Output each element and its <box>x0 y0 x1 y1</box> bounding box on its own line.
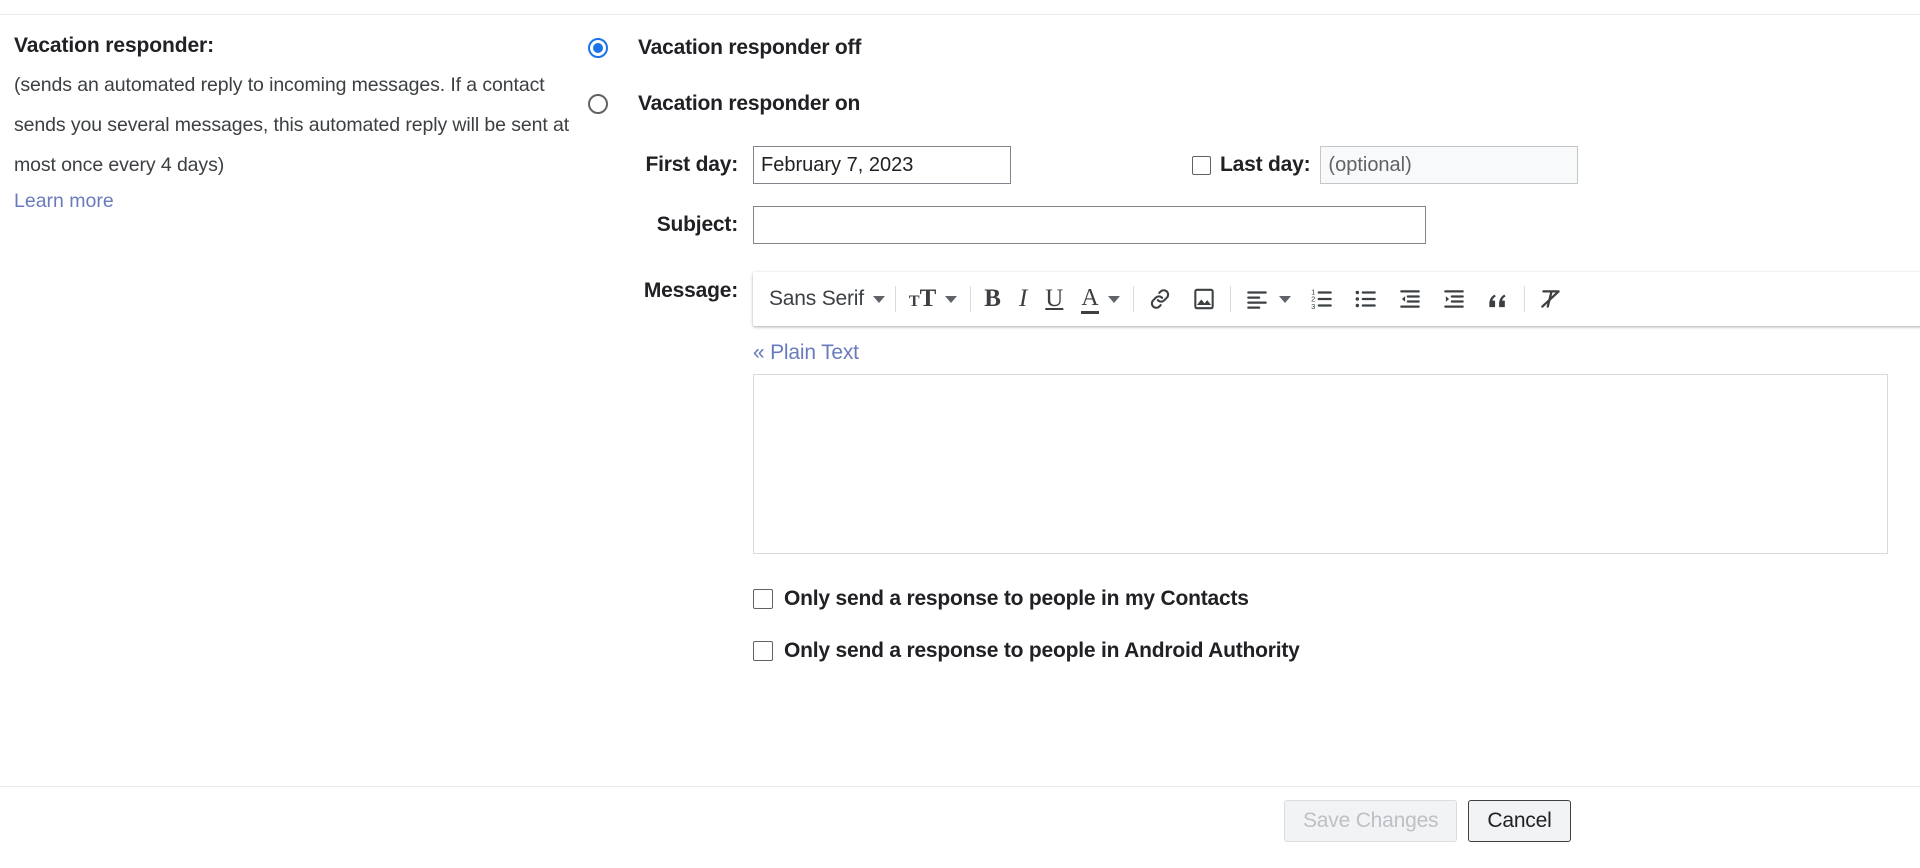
radio-vacation-responder-on[interactable] <box>588 94 608 114</box>
option-row-contacts[interactable]: Only send a response to people in my Con… <box>753 587 1920 611</box>
section-title: Vacation responder: <box>14 32 589 60</box>
font-family-dropdown[interactable]: Sans Serif <box>757 277 891 321</box>
remove-formatting-icon[interactable] <box>1529 277 1573 321</box>
message-body-textarea[interactable] <box>753 374 1888 554</box>
first-day-row: First day: Last day: <box>613 146 1920 184</box>
rich-text-toolbar: Sans Serif TT B I U A <box>753 272 1920 326</box>
quote-icon[interactable] <box>1476 277 1520 321</box>
subject-row: Subject: <box>613 206 1920 244</box>
toolbar-separator <box>970 286 971 312</box>
learn-more-link[interactable]: Learn more <box>14 186 114 216</box>
chevron-down-icon <box>1108 296 1120 303</box>
message-row: Message: Sans Serif TT B <box>613 272 1920 663</box>
save-changes-button[interactable]: Save Changes <box>1284 800 1457 842</box>
form-actions: Save Changes Cancel <box>0 800 1920 842</box>
text-color-icon: A <box>1081 285 1098 314</box>
bottom-divider <box>0 786 1920 787</box>
vacation-responder-fields: First day: Last day: Subject: Message: <box>588 146 1920 663</box>
insert-image-icon[interactable] <box>1182 277 1226 321</box>
only-organization-label[interactable]: Only send a response to people in Androi… <box>784 639 1300 663</box>
bulleted-list-icon[interactable] <box>1344 277 1388 321</box>
last-day-input[interactable] <box>1320 146 1578 184</box>
subject-input[interactable] <box>753 206 1426 244</box>
message-label: Message: <box>613 272 753 310</box>
plain-text-link[interactable]: « Plain Text <box>753 341 859 365</box>
underline-icon[interactable]: U <box>1036 277 1072 321</box>
subject-label: Subject: <box>613 206 753 244</box>
radio-label-on[interactable]: Vacation responder on <box>638 92 860 116</box>
first-day-input[interactable] <box>753 146 1011 184</box>
text-color-dropdown[interactable]: A <box>1072 277 1128 321</box>
only-contacts-label[interactable]: Only send a response to people in my Con… <box>784 587 1249 611</box>
toolbar-separator <box>1133 286 1134 312</box>
decrease-indent-icon[interactable] <box>1388 277 1432 321</box>
svg-text:3: 3 <box>1311 302 1315 311</box>
toolbar-separator <box>1230 286 1231 312</box>
font-family-label: Sans Serif <box>769 287 864 311</box>
increase-indent-icon[interactable] <box>1432 277 1476 321</box>
vacation-responder-settings-page: Vacation responder: (sends an automated … <box>0 0 1920 868</box>
bold-icon[interactable]: B <box>975 277 1010 321</box>
cancel-button[interactable]: Cancel <box>1468 800 1570 842</box>
numbered-list-icon[interactable]: 1 2 3 <box>1300 277 1344 321</box>
last-day-label[interactable]: Last day: <box>1220 153 1310 177</box>
option-row-organization[interactable]: Only send a response to people in Androi… <box>753 639 1920 663</box>
chevron-down-icon <box>945 296 957 303</box>
font-size-dropdown[interactable]: TT <box>900 277 966 321</box>
only-contacts-checkbox[interactable] <box>753 589 773 609</box>
italic-icon[interactable]: I <box>1010 277 1036 321</box>
chevron-down-icon <box>1279 296 1291 303</box>
only-organization-checkbox[interactable] <box>753 641 773 661</box>
radio-vacation-responder-off[interactable] <box>588 38 608 58</box>
align-icon <box>1244 286 1270 312</box>
top-divider <box>0 14 1920 15</box>
link-icon[interactable] <box>1138 277 1182 321</box>
section-description: (sends an automated reply to incoming me… <box>14 65 589 185</box>
message-editor: Sans Serif TT B I U A <box>753 272 1920 663</box>
vacation-responder-form-column: Vacation responder off Vacation responde… <box>588 28 1920 663</box>
last-day-checkbox[interactable] <box>1192 156 1211 175</box>
first-day-label: First day: <box>613 146 753 184</box>
vacation-responder-description-column: Vacation responder: (sends an automated … <box>14 32 589 216</box>
radio-row-off[interactable]: Vacation responder off <box>588 28 1920 68</box>
radio-label-off[interactable]: Vacation responder off <box>638 36 861 60</box>
chevron-down-icon <box>873 296 885 303</box>
last-day-group: Last day: <box>1192 146 1578 184</box>
toolbar-separator <box>895 286 896 312</box>
font-size-icon: TT <box>909 285 936 313</box>
radio-row-on[interactable]: Vacation responder on <box>588 84 1920 124</box>
align-dropdown[interactable] <box>1235 277 1300 321</box>
toolbar-separator <box>1524 286 1525 312</box>
